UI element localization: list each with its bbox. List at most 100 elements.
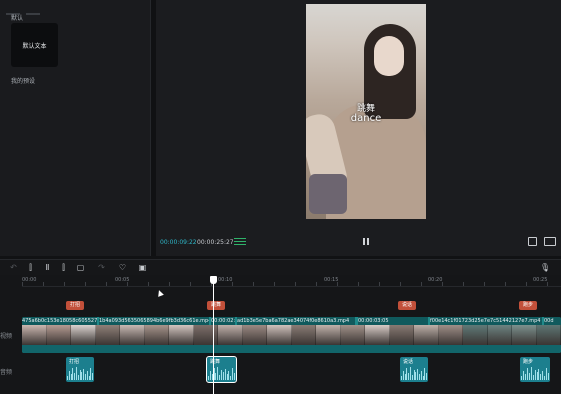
fullscreen-icon[interactable] bbox=[544, 237, 556, 246]
ruler-tick bbox=[358, 282, 359, 286]
video-preview[interactable]: 跳舞 dance bbox=[306, 4, 426, 219]
ruler-tick bbox=[232, 282, 233, 286]
screenshot-icon[interactable] bbox=[528, 237, 537, 246]
marker-tag[interactable]: 跑步 bbox=[519, 301, 538, 310]
clip-thumbnail bbox=[463, 325, 488, 345]
panel-tabs[interactable] bbox=[6, 0, 66, 15]
waveform-bar bbox=[538, 369, 540, 380]
ruler-tick bbox=[190, 282, 191, 286]
split-right-icon[interactable]: ⫿ bbox=[59, 263, 68, 272]
clip-thumbnail bbox=[512, 325, 537, 345]
clip-thumbnail bbox=[365, 325, 390, 345]
clip-thumbnail bbox=[46, 325, 71, 345]
timeline[interactable]: 00:00 00:05 00:10 00:15 00:20 00:25 视频 音… bbox=[0, 275, 561, 394]
waveform-bar bbox=[230, 376, 232, 380]
audio-clip-label: 说话 bbox=[403, 359, 414, 365]
clip-title: ad1b3e5e7ba6a782ae34074f0e8610a3.mp4 bbox=[237, 317, 355, 325]
microphone-icon[interactable]: 🎙 bbox=[540, 263, 550, 272]
waveform-bar bbox=[228, 371, 230, 380]
waveform-bar bbox=[536, 372, 538, 380]
crop-icon[interactable]: ▣ bbox=[138, 263, 147, 272]
waveform-bar bbox=[217, 367, 219, 380]
clip-thumbnail bbox=[389, 325, 414, 345]
clip-thumbnail bbox=[536, 325, 561, 345]
waveform-bar bbox=[542, 371, 544, 380]
ruler-tick bbox=[43, 282, 44, 286]
timeline-toolbar: ↶ ⫿ Ⅱ ⫿ ▢ ↷ ♡ ▣ 🎙 bbox=[0, 259, 561, 275]
waveform-bar bbox=[234, 373, 235, 380]
tick-label: 00:25 bbox=[533, 277, 548, 283]
waveform-bar bbox=[208, 376, 209, 380]
video-track[interactable]: 475a6b0c153e18058c6055272 1b4a093d563506… bbox=[22, 317, 561, 353]
waveform-bar bbox=[67, 376, 68, 380]
waveform-bar bbox=[221, 370, 222, 380]
pause-icon[interactable] bbox=[363, 238, 371, 246]
waveform-bar bbox=[532, 375, 534, 380]
clip-thumbnail bbox=[71, 325, 96, 345]
waveform-bar bbox=[415, 372, 417, 380]
ruler-tick bbox=[400, 282, 401, 286]
clip-thumbnail bbox=[438, 325, 463, 345]
waveform-bar bbox=[81, 372, 83, 380]
redo-icon[interactable]: ↷ bbox=[97, 263, 106, 272]
tick-label: 00:20 bbox=[428, 277, 443, 283]
clip-title: f00e14c1f01723d25e7e7c51442127e7.mp4 bbox=[430, 317, 542, 325]
clip-thumbnail bbox=[95, 325, 120, 345]
preset-card-label: 默认文本 bbox=[22, 42, 47, 50]
clip-thumbnail bbox=[22, 325, 47, 345]
waveform-bar bbox=[74, 373, 75, 380]
audio-clip[interactable]: 说话 bbox=[400, 357, 428, 382]
delete-icon[interactable]: ▢ bbox=[76, 263, 85, 272]
marker-tag[interactable]: 跳舞 bbox=[207, 301, 226, 310]
ruler-tick bbox=[274, 282, 275, 286]
playhead-handle[interactable] bbox=[210, 276, 217, 284]
waveform-bar bbox=[418, 374, 420, 380]
waveform-bar bbox=[86, 371, 88, 380]
split-icon[interactable]: Ⅱ bbox=[43, 263, 52, 272]
waveform-bar bbox=[84, 374, 86, 380]
ruler-tick bbox=[253, 282, 254, 286]
clip-thumbnail bbox=[340, 325, 365, 345]
ruler-tick bbox=[379, 282, 380, 286]
marker-tag[interactable]: 打招 bbox=[66, 301, 85, 310]
clip-thumbnail bbox=[218, 325, 243, 345]
ruler-tick bbox=[169, 282, 170, 286]
waveform-bar bbox=[215, 373, 217, 380]
caption-english[interactable]: dance bbox=[306, 113, 426, 124]
tick-label: 00:00 bbox=[22, 277, 37, 283]
waveform-bar bbox=[522, 371, 524, 380]
clip-thumbnail bbox=[144, 325, 169, 345]
waveform-bar bbox=[72, 368, 74, 380]
preset-card-default-text[interactable]: 默认文本 bbox=[11, 23, 58, 67]
section-label: 默认 bbox=[11, 15, 24, 22]
waveform-bar bbox=[70, 374, 72, 380]
marker-tag[interactable]: 说话 bbox=[398, 301, 417, 310]
undo-icon[interactable]: ↶ bbox=[9, 263, 18, 272]
waveform-bar bbox=[528, 373, 530, 380]
waveform-bar bbox=[232, 368, 234, 380]
split-left-icon[interactable]: ⫿ bbox=[26, 263, 35, 272]
ruler-tick bbox=[295, 282, 296, 286]
waveform-bars-icon[interactable] bbox=[234, 238, 246, 246]
waveform-bar bbox=[548, 373, 550, 380]
audio-clip-selected[interactable]: 跳舞 bbox=[206, 356, 237, 383]
audio-clip[interactable]: 跑步 bbox=[520, 357, 550, 382]
ruler-tick bbox=[85, 282, 86, 286]
waveform-bar bbox=[426, 373, 427, 380]
audio-lane-label: 音频 bbox=[0, 369, 13, 376]
waveform-bar bbox=[422, 376, 424, 380]
audio-clip[interactable]: 打招 bbox=[66, 357, 94, 382]
audio-track[interactable]: 打招 跳舞 说话 跑步 bbox=[22, 356, 561, 383]
waveform-bar bbox=[75, 367, 77, 380]
time-ruler[interactable]: 00:00 00:05 00:10 00:15 00:20 00:25 bbox=[22, 275, 561, 287]
tick-label: 00:10 bbox=[218, 277, 233, 283]
marker-icon[interactable]: ♡ bbox=[118, 263, 127, 272]
video-subject-face bbox=[374, 36, 404, 76]
ruler-tick bbox=[526, 282, 527, 286]
waveform-bar bbox=[411, 375, 413, 380]
clip-thumbnail bbox=[487, 325, 512, 345]
waveform bbox=[207, 366, 236, 380]
waveform-bar bbox=[77, 375, 79, 380]
playhead[interactable] bbox=[213, 276, 214, 394]
ruler-tick bbox=[22, 282, 23, 286]
